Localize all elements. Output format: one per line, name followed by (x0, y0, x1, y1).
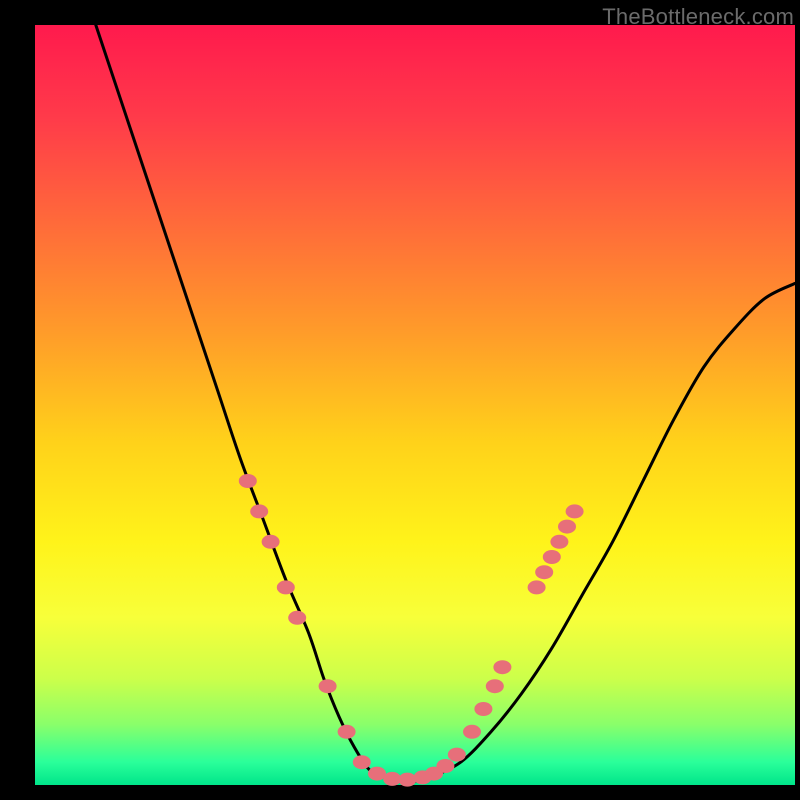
curve-marker (319, 679, 337, 693)
curve-marker (448, 748, 466, 762)
attribution-label: TheBottleneck.com (602, 4, 794, 30)
bottleneck-curve (96, 25, 795, 782)
curve-marker (436, 759, 454, 773)
curve-marker (558, 520, 576, 534)
curve-marker (288, 611, 306, 625)
plot-area (35, 25, 795, 785)
curve-marker (486, 679, 504, 693)
curve-marker (338, 725, 356, 739)
curve-marker (262, 535, 280, 549)
curve-marker (535, 565, 553, 579)
curve-marker (250, 504, 268, 518)
curve-marker (239, 474, 257, 488)
curve-marker (493, 660, 511, 674)
curve-marker (353, 755, 371, 769)
chart-frame: TheBottleneck.com (0, 0, 800, 800)
marker-group (239, 474, 584, 787)
curve-marker (463, 725, 481, 739)
curve-marker (277, 580, 295, 594)
curve-marker (398, 773, 416, 787)
curve-marker (543, 550, 561, 564)
curve-marker (550, 535, 568, 549)
curve-marker (566, 504, 584, 518)
curve-marker (528, 580, 546, 594)
curve-marker (474, 702, 492, 716)
chart-svg (35, 25, 795, 785)
